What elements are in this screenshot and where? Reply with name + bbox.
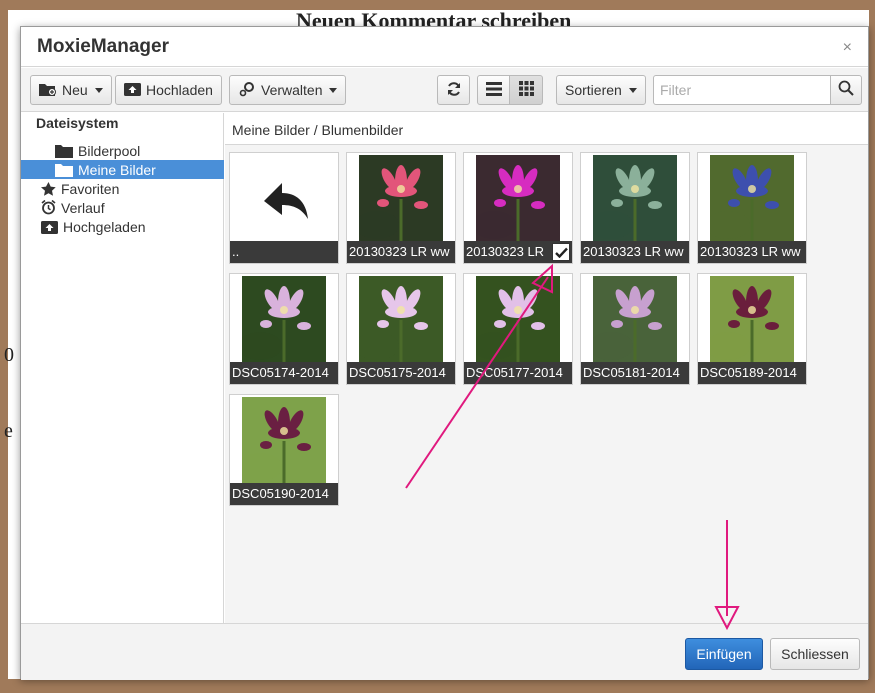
file-name-label: 20130323 LR ww bbox=[347, 241, 455, 263]
dialog-footer: Einfügen Schliessen bbox=[21, 623, 868, 680]
sidebar: Dateisystem Bilderpool Meine Bilder Favori… bbox=[21, 113, 224, 623]
flower-photo bbox=[476, 276, 560, 362]
flower-photo bbox=[710, 276, 794, 362]
grid-icon bbox=[518, 81, 534, 99]
upload-button-label: Hochladen bbox=[146, 82, 213, 98]
background-frame-bottom bbox=[0, 679, 875, 693]
file-name-label: 20130323 LR ww bbox=[581, 241, 689, 263]
file-name-label: .. bbox=[230, 241, 338, 263]
flower-photo bbox=[710, 155, 794, 241]
file-thumbnail[interactable]: 20130323 LR bbox=[463, 152, 573, 264]
file-name-label: DSC05177-2014 bbox=[464, 362, 572, 384]
dialog-header: MoxieManager × bbox=[21, 27, 868, 67]
sidebar-item-hochgeladen[interactable]: Hochgeladen bbox=[21, 217, 224, 236]
list-view-button[interactable] bbox=[477, 75, 510, 105]
upload-icon bbox=[41, 220, 58, 234]
sidebar-root-label[interactable]: Dateisystem bbox=[36, 115, 119, 131]
sidebar-item-verlauf[interactable]: Verlauf bbox=[21, 198, 224, 217]
flower-photo bbox=[242, 276, 326, 362]
sidebar-item-label: Hochgeladen bbox=[63, 218, 146, 235]
back-arrow-icon bbox=[230, 155, 338, 241]
star-icon bbox=[41, 181, 56, 196]
upload-icon bbox=[124, 82, 141, 99]
search-icon bbox=[838, 80, 854, 101]
refresh-button[interactable] bbox=[437, 75, 470, 105]
alarm-clock-icon bbox=[41, 200, 56, 215]
moxiemanager-dialog: MoxieManager × Neu Hochladen Verwalten S… bbox=[20, 26, 869, 680]
thumbnail-view-button[interactable] bbox=[509, 75, 543, 105]
sidebar-item-favoriten[interactable]: Favoriten bbox=[21, 179, 224, 198]
new-folder-icon bbox=[39, 82, 57, 99]
flower-photo bbox=[359, 276, 443, 362]
folder-icon bbox=[55, 144, 73, 158]
sort-button[interactable]: Sortieren bbox=[556, 75, 646, 105]
file-thumbnail[interactable]: 20130323 LR ww bbox=[346, 152, 456, 264]
toolbar: Neu Hochladen Verwalten Sortieren Filter bbox=[21, 68, 868, 112]
background-side-text-1: 0 bbox=[4, 344, 14, 366]
chevron-down-icon bbox=[628, 87, 637, 93]
sort-button-label: Sortieren bbox=[565, 82, 622, 98]
flower-photo bbox=[359, 155, 443, 241]
file-thumbnail[interactable]: DSC05177-2014 bbox=[463, 273, 573, 385]
file-thumbnail[interactable]: 20130323 LR ww bbox=[580, 152, 690, 264]
sidebar-item-label: Favoriten bbox=[61, 180, 120, 197]
sidebar-item-label: Bilderpool bbox=[78, 142, 141, 159]
flower-photo bbox=[476, 155, 560, 241]
sidebar-item-label: Verlauf bbox=[61, 199, 105, 216]
parent-folder-item[interactable]: .. bbox=[229, 152, 339, 264]
filter-input[interactable] bbox=[653, 75, 831, 105]
background-side-text-2: e bbox=[4, 420, 13, 442]
file-name-label: DSC05174-2014 bbox=[230, 362, 338, 384]
refresh-icon bbox=[446, 81, 462, 100]
file-name-label: DSC05189-2014 bbox=[698, 362, 806, 384]
manage-button-label: Verwalten bbox=[261, 82, 323, 98]
file-thumbnail[interactable]: DSC05181-2014 bbox=[580, 273, 690, 385]
close-icon[interactable]: × bbox=[843, 39, 852, 57]
file-name-label: DSC05181-2014 bbox=[581, 362, 689, 384]
file-name-label: DSC05175-2014 bbox=[347, 362, 455, 384]
flower-photo bbox=[593, 155, 677, 241]
new-button[interactable]: Neu bbox=[30, 75, 112, 105]
file-browser: Meine Bilder / Blumenbilder .. 20130323 … bbox=[225, 113, 868, 623]
close-button[interactable]: Schliessen bbox=[770, 638, 860, 670]
file-thumbnail[interactable]: DSC05174-2014 bbox=[229, 273, 339, 385]
breadcrumb[interactable]: Meine Bilder / Blumenbilder bbox=[225, 113, 868, 145]
manage-button[interactable]: Verwalten bbox=[229, 75, 347, 105]
file-name-label: 20130323 LR ww bbox=[698, 241, 806, 263]
dialog-title: MoxieManager bbox=[37, 36, 169, 57]
sidebar-item-label: Meine Bilder bbox=[78, 161, 156, 178]
chevron-down-icon bbox=[329, 87, 338, 93]
sidebar-item-meine-bilder[interactable]: Meine Bilder bbox=[21, 160, 224, 179]
gears-icon bbox=[238, 81, 256, 100]
checkmark-icon bbox=[554, 247, 568, 258]
upload-button[interactable]: Hochladen bbox=[115, 75, 222, 105]
file-thumbnail[interactable]: DSC05189-2014 bbox=[697, 273, 807, 385]
background-frame-right bbox=[869, 0, 875, 693]
folder-icon bbox=[55, 163, 73, 177]
list-icon bbox=[485, 81, 502, 99]
search-button[interactable] bbox=[830, 75, 862, 105]
file-thumbnail[interactable]: 20130323 LR ww bbox=[697, 152, 807, 264]
sidebar-item-bilderpool[interactable]: Bilderpool bbox=[21, 141, 224, 160]
insert-button[interactable]: Einfügen bbox=[685, 638, 763, 670]
file-thumbnail[interactable]: DSC05175-2014 bbox=[346, 273, 456, 385]
new-button-label: Neu bbox=[62, 82, 88, 98]
flower-photo bbox=[242, 397, 326, 483]
selection-checkbox[interactable] bbox=[552, 243, 570, 261]
flower-photo bbox=[593, 276, 677, 362]
chevron-down-icon bbox=[94, 87, 103, 93]
file-name-label: DSC05190-2014 bbox=[230, 483, 338, 505]
file-thumbnail[interactable]: DSC05190-2014 bbox=[229, 394, 339, 506]
